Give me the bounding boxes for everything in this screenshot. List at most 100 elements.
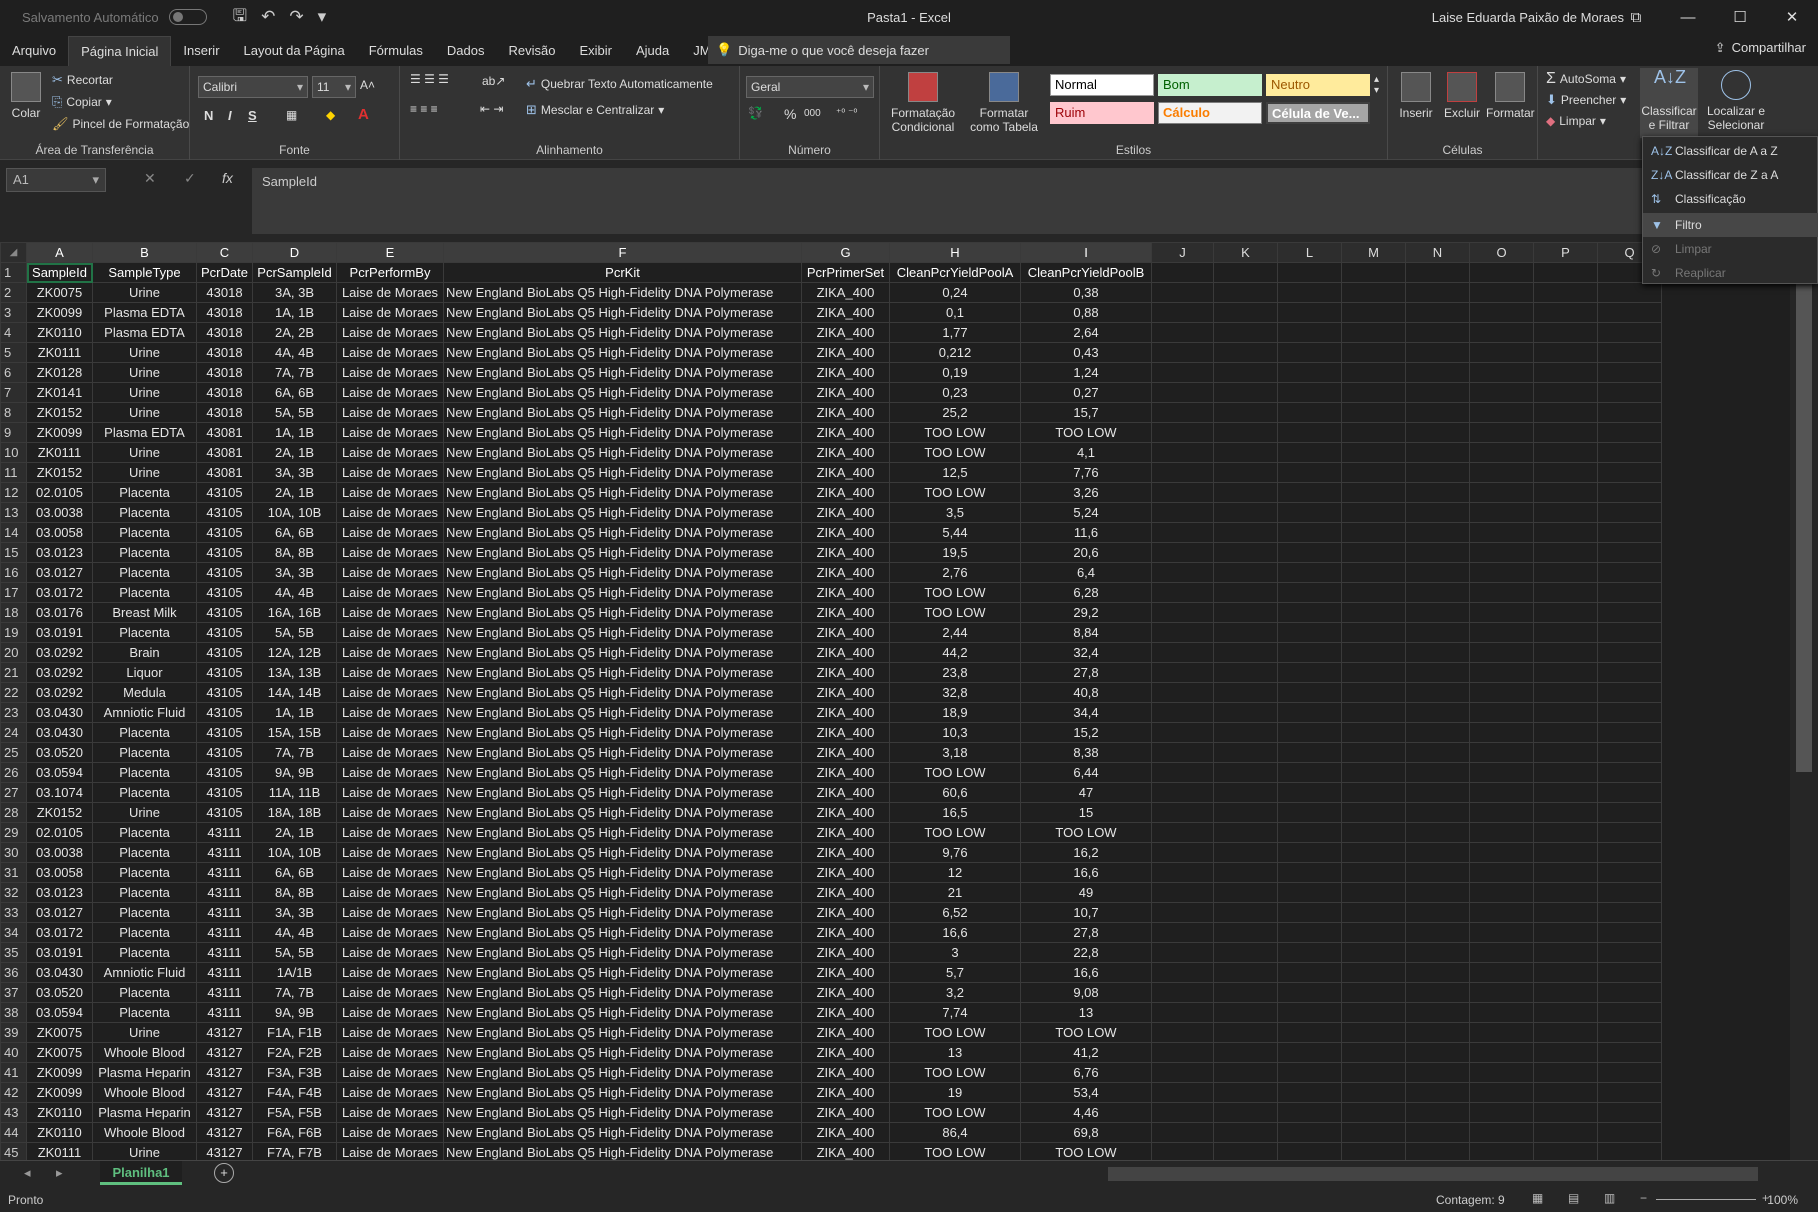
cell[interactable]	[1597, 722, 1662, 743]
cell[interactable]	[1277, 702, 1342, 723]
cell[interactable]: Placenta	[92, 542, 197, 563]
cell[interactable]	[1469, 1002, 1534, 1023]
cell[interactable]	[1213, 762, 1278, 783]
cell[interactable]: ZK0110	[26, 322, 93, 343]
cell[interactable]: Laise de Moraes	[336, 1062, 444, 1083]
cell[interactable]: New England BioLabs Q5 High-Fidelity DNA…	[443, 382, 802, 403]
cell[interactable]: 0,1	[889, 302, 1021, 323]
cell[interactable]	[1405, 762, 1470, 783]
cell[interactable]	[1341, 1102, 1406, 1123]
cell[interactable]: 43105	[196, 762, 253, 783]
cell[interactable]	[1405, 1142, 1470, 1160]
cell[interactable]: 86,4	[889, 1122, 1021, 1143]
cell[interactable]: 19,5	[889, 542, 1021, 563]
cell[interactable]	[1341, 1142, 1406, 1160]
close-button[interactable]: ✕	[1766, 0, 1818, 34]
cell[interactable]	[1533, 402, 1598, 423]
cell[interactable]: PcrKit	[443, 262, 802, 283]
cell[interactable]: Liquor	[92, 662, 197, 683]
cell[interactable]	[1151, 862, 1214, 883]
cell[interactable]: Urine	[92, 1142, 197, 1160]
row-header[interactable]: 41	[0, 1062, 27, 1083]
cell[interactable]: 23,8	[889, 662, 1021, 683]
cell[interactable]: New England BioLabs Q5 High-Fidelity DNA…	[443, 1122, 802, 1143]
cell[interactable]	[1469, 662, 1534, 683]
cell[interactable]: 43111	[196, 842, 253, 863]
cell[interactable]	[1533, 902, 1598, 923]
cell[interactable]	[1277, 722, 1342, 743]
cell[interactable]: 60,6	[889, 782, 1021, 803]
cell[interactable]: 2,76	[889, 562, 1021, 583]
row-header[interactable]: 18	[0, 602, 27, 623]
row-header[interactable]: 13	[0, 502, 27, 523]
cell[interactable]	[1597, 762, 1662, 783]
cell[interactable]: ZIKA_400	[801, 542, 890, 563]
cell[interactable]: Laise de Moraes	[336, 342, 444, 363]
chevron-down-icon[interactable]: ▾	[658, 103, 664, 117]
cell[interactable]	[1341, 882, 1406, 903]
cell[interactable]	[1597, 802, 1662, 823]
cell[interactable]: New England BioLabs Q5 High-Fidelity DNA…	[443, 502, 802, 523]
cell[interactable]: 43127	[196, 1122, 253, 1143]
cell[interactable]	[1469, 922, 1534, 943]
cell[interactable]	[1277, 262, 1342, 283]
delete-cells-button[interactable]: Excluir	[1440, 72, 1484, 120]
row-header[interactable]: 17	[0, 582, 27, 603]
column-header[interactable]: C	[196, 242, 253, 263]
cell[interactable]: 43105	[196, 702, 253, 723]
cell[interactable]	[1597, 582, 1662, 603]
cell[interactable]	[1341, 302, 1406, 323]
cell[interactable]: Laise de Moraes	[336, 542, 444, 563]
cell[interactable]: TOO LOW	[889, 422, 1021, 443]
cell[interactable]	[1469, 322, 1534, 343]
row-header[interactable]: 43	[0, 1102, 27, 1123]
cell[interactable]: ZIKA_400	[801, 502, 890, 523]
cell[interactable]	[1151, 802, 1214, 823]
cell[interactable]	[1469, 1042, 1534, 1063]
cell[interactable]: 16,6	[889, 922, 1021, 943]
cell[interactable]	[1533, 842, 1598, 863]
cell[interactable]: 40,8	[1020, 682, 1152, 703]
page-break-icon[interactable]: ▥	[1604, 1191, 1615, 1205]
cell[interactable]	[1277, 482, 1342, 503]
cell[interactable]	[1533, 342, 1598, 363]
cell[interactable]	[1597, 922, 1662, 943]
cell[interactable]	[1469, 502, 1534, 523]
cell[interactable]	[1405, 662, 1470, 683]
cell[interactable]	[1469, 1122, 1534, 1143]
cell[interactable]	[1405, 862, 1470, 883]
cell[interactable]	[1533, 1042, 1598, 1063]
cell[interactable]	[1469, 642, 1534, 663]
row-header[interactable]: 28	[0, 802, 27, 823]
sort-filter-button[interactable]: A↓Z Classificar e Filtrar	[1640, 68, 1698, 138]
row-header[interactable]: 34	[0, 922, 27, 943]
row-header[interactable]: 44	[0, 1122, 27, 1143]
prev-sheet-icon[interactable]: ◂	[24, 1165, 31, 1181]
cell[interactable]: F1A, F1B	[252, 1022, 337, 1043]
cell[interactable]: New England BioLabs Q5 High-Fidelity DNA…	[443, 562, 802, 583]
cell[interactable]: Placenta	[92, 482, 197, 503]
cell[interactable]: 43111	[196, 942, 253, 963]
cell[interactable]: 10A, 10B	[252, 502, 337, 523]
cell[interactable]: 43105	[196, 802, 253, 823]
cell[interactable]	[1597, 482, 1662, 503]
cell[interactable]	[1405, 582, 1470, 603]
cell[interactable]: 7,76	[1020, 462, 1152, 483]
cell[interactable]: 02.0105	[26, 482, 93, 503]
cell[interactable]	[1341, 762, 1406, 783]
cell[interactable]	[1277, 1102, 1342, 1123]
cell[interactable]: Urine	[92, 462, 197, 483]
row-header[interactable]: 7	[0, 382, 27, 403]
cell[interactable]	[1533, 922, 1598, 943]
cell[interactable]: 8A, 8B	[252, 882, 337, 903]
cell[interactable]	[1469, 342, 1534, 363]
menu-clear[interactable]: ⊘ Limpar	[1643, 237, 1818, 261]
cell[interactable]: 34,4	[1020, 702, 1152, 723]
percent-button[interactable]: %	[784, 106, 796, 122]
row-header[interactable]: 45	[0, 1142, 27, 1160]
tab-inserir[interactable]: Inserir	[171, 36, 231, 66]
insert-function-icon[interactable]: fx	[222, 170, 233, 186]
cell[interactable]	[1469, 942, 1534, 963]
cell[interactable]	[1597, 962, 1662, 983]
cell[interactable]: New England BioLabs Q5 High-Fidelity DNA…	[443, 1082, 802, 1103]
